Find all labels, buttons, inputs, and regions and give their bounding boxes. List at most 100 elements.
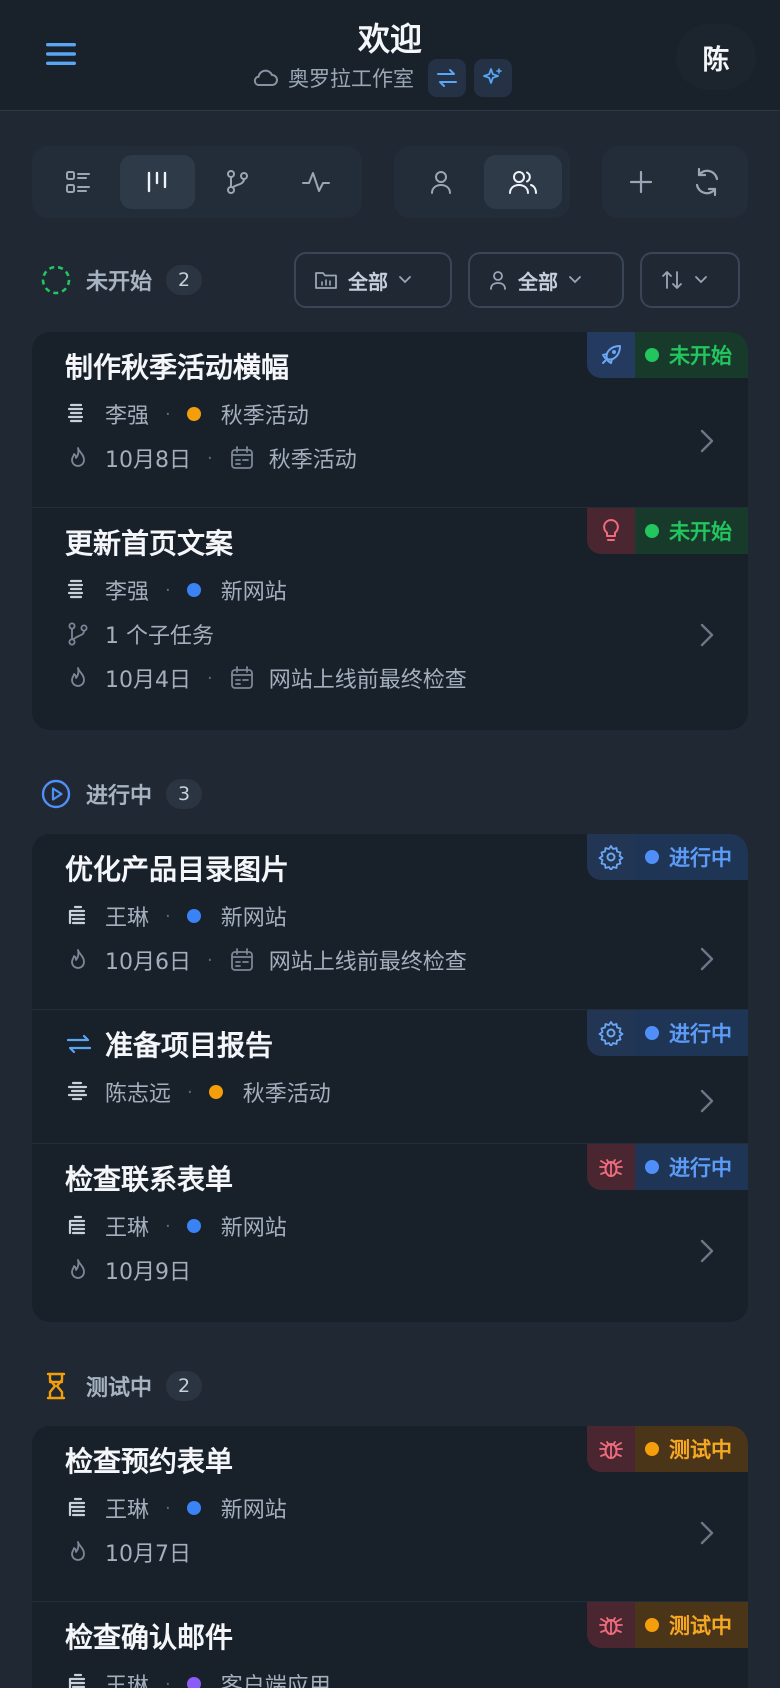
status-dot xyxy=(645,348,659,362)
git-branch-view-icon[interactable] xyxy=(199,155,275,209)
assignee-filter-value: 全部 xyxy=(518,269,558,294)
team-scope-icon[interactable] xyxy=(484,155,562,209)
status-dot xyxy=(645,1026,659,1040)
status-label: 进行中 xyxy=(669,846,732,870)
task-title: 更新首页文案 xyxy=(65,527,234,560)
bug-icon xyxy=(587,1602,635,1648)
project-name: 秋季活动 xyxy=(220,404,309,429)
chevron-down-icon xyxy=(398,275,412,285)
sparkle-icon[interactable] xyxy=(474,59,512,97)
task-card[interactable]: 进行中 准备项目报告 陈志远 · 秋季活动 xyxy=(32,1010,748,1144)
scope-switcher xyxy=(394,146,570,218)
chevron-right-icon xyxy=(696,1518,718,1548)
flame-icon xyxy=(65,665,91,691)
add-icon[interactable] xyxy=(610,155,672,209)
list-view-icon[interactable] xyxy=(40,155,116,209)
personal-scope-icon[interactable] xyxy=(402,155,480,209)
assignee-name: 王琳 xyxy=(105,1216,150,1241)
gear-icon xyxy=(587,1010,635,1056)
task-title-row: 准备项目报告 xyxy=(65,1024,273,1064)
subtask-row: 1 个子任务 xyxy=(65,618,214,650)
chevron-right-icon xyxy=(696,1086,718,1116)
status-label: 进行中 xyxy=(669,1022,732,1046)
view-switcher xyxy=(32,146,362,218)
task-meta-row: 王琳 · 新网站 xyxy=(65,900,287,932)
task-card[interactable]: 进行中 优化产品目录图片 王琳 · 新网站 10月6日 · 网站上线前最终检查 xyxy=(32,834,748,1010)
status-tag: 未开始 xyxy=(587,332,748,378)
status-tag: 测试中 xyxy=(587,1602,748,1648)
status-dot xyxy=(645,1160,659,1174)
section-header-testing[interactable]: 测试中 2 xyxy=(40,1364,203,1408)
task-title: 制作秋季活动横幅 xyxy=(65,351,290,384)
bug-icon xyxy=(587,1426,635,1472)
section-header-todo[interactable]: 未开始 2 xyxy=(40,258,203,302)
task-meta-row: 李强 · 新网站 xyxy=(65,574,287,606)
project-filter[interactable]: 全部 xyxy=(294,252,452,308)
project-dot xyxy=(208,1085,223,1099)
git-branch-icon xyxy=(65,621,91,647)
board-view-icon[interactable] xyxy=(119,155,195,209)
status-label: 测试中 xyxy=(669,1438,732,1462)
section-header-doing[interactable]: 进行中 3 xyxy=(40,772,203,816)
hourglass-icon xyxy=(40,1370,72,1402)
project-filter-value: 全部 xyxy=(348,269,388,294)
assignee-name: 李强 xyxy=(105,404,150,429)
user-avatar[interactable]: 陈 xyxy=(676,24,756,90)
assignee-filter[interactable]: 全部 xyxy=(468,252,624,308)
assignee-avatar-icon xyxy=(65,1079,91,1105)
task-group-todo: 未开始 制作秋季活动横幅 李强 · 秋季活动 10月8日 · 秋季活动 未开始 … xyxy=(32,332,748,730)
status-dot xyxy=(645,850,659,864)
chevron-right-icon xyxy=(696,426,718,456)
project-dot xyxy=(186,1677,201,1688)
refresh-icon[interactable] xyxy=(676,155,738,209)
actions-group xyxy=(602,146,748,218)
switch-workspace-icon[interactable] xyxy=(428,59,466,97)
gear-icon xyxy=(587,834,635,880)
rocket-icon xyxy=(587,332,635,378)
task-date-row: 10月4日 · 网站上线前最终检查 xyxy=(65,662,467,694)
section-count: 2 xyxy=(166,1371,203,1401)
cloud-icon xyxy=(250,66,280,90)
workspace-name: 奥罗拉工作室 xyxy=(288,67,414,91)
project-dot xyxy=(186,909,201,923)
dashed-circle-icon xyxy=(40,264,72,296)
section-title: 进行中 xyxy=(86,784,153,809)
section-count: 3 xyxy=(166,779,203,809)
subtask-count: 1 个子任务 xyxy=(105,624,214,649)
status-dot xyxy=(645,1442,659,1456)
page-title: 欢迎 xyxy=(357,20,422,58)
play-circle-icon xyxy=(40,778,72,810)
due-date: 10月8日 xyxy=(105,448,191,473)
task-card[interactable]: 测试中 检查确认邮件 王琳 · 客户端应用 xyxy=(32,1602,748,1688)
status-label: 未开始 xyxy=(669,520,732,544)
section-title: 未开始 xyxy=(86,270,153,295)
project-dot xyxy=(186,407,201,421)
calendar-icon xyxy=(229,665,255,691)
task-meta-row: 李强 · 秋季活动 xyxy=(65,398,309,430)
calendar-icon xyxy=(229,947,255,973)
project-dot xyxy=(186,583,201,597)
assignee-name: 李强 xyxy=(105,580,150,605)
project-name: 新网站 xyxy=(220,1216,287,1241)
task-card[interactable]: 未开始 更新首页文案 李强 · 新网站 1 个子任务 10月4日 · 网站上线前… xyxy=(32,508,748,730)
flame-icon xyxy=(65,445,91,471)
status-tag: 测试中 xyxy=(587,1426,748,1472)
milestone-name: 秋季活动 xyxy=(268,448,357,473)
status-dot xyxy=(645,1618,659,1632)
activity-view-icon[interactable] xyxy=(279,155,355,209)
task-date-row: 10月8日 · 秋季活动 xyxy=(65,442,357,474)
task-title: 检查预约表单 xyxy=(65,1445,234,1478)
task-title: 检查确认邮件 xyxy=(65,1621,234,1654)
assignee-name: 王琳 xyxy=(105,906,150,931)
task-card[interactable]: 测试中 检查预约表单 王琳 · 新网站 10月7日 xyxy=(32,1426,748,1602)
calendar-icon xyxy=(229,445,255,471)
task-card[interactable]: 未开始 制作秋季活动横幅 李强 · 秋季活动 10月8日 · 秋季活动 xyxy=(32,332,748,508)
lightbulb-icon xyxy=(587,508,635,554)
status-label: 测试中 xyxy=(669,1614,732,1638)
chevron-down-icon xyxy=(568,275,582,285)
task-card[interactable]: 进行中 检查联系表单 王琳 · 新网站 10月9日 xyxy=(32,1144,748,1322)
chevron-right-icon xyxy=(696,620,718,650)
task-meta-row: 陈志远 · 秋季活动 xyxy=(65,1076,331,1108)
sort-button[interactable] xyxy=(640,252,740,308)
assignee-avatar-icon xyxy=(65,1213,91,1239)
